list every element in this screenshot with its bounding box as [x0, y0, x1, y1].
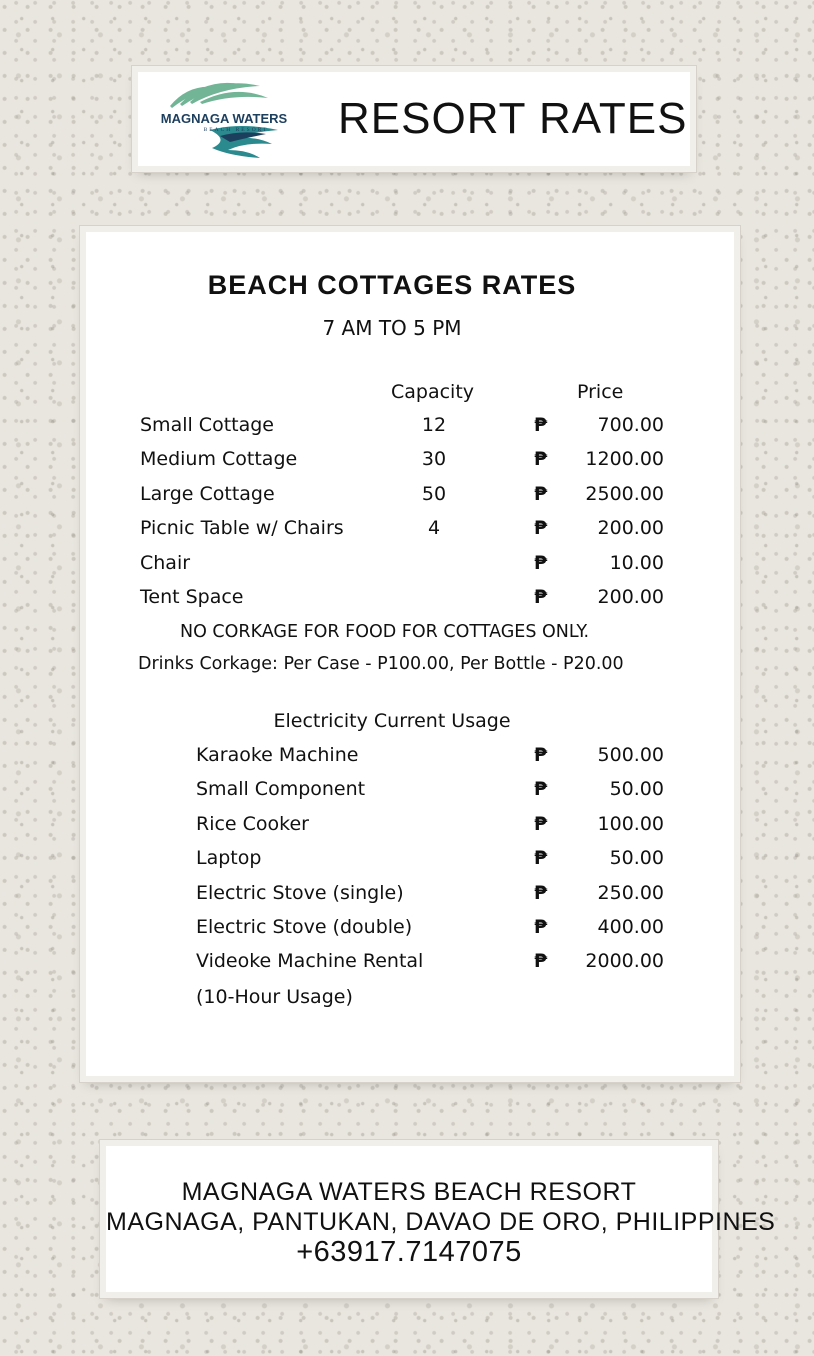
- item-price: 10.00: [609, 551, 664, 574]
- rates-card: BEACH COTTAGES RATES 7 AM TO 5 PM Capaci…: [86, 232, 734, 1076]
- peso-sign: ₱: [534, 551, 548, 574]
- item-capacity: 4: [427, 517, 441, 540]
- item-name: Laptop: [196, 847, 262, 870]
- palm-wave-logo-icon: MAGNAGA WATERS BEACH RESORT: [161, 82, 288, 158]
- peso-sign: ₱: [534, 744, 548, 766]
- footer-resort-name: MAGNAGA WATERS BEACH RESORT: [181, 1178, 637, 1206]
- peso-sign: ₱: [534, 847, 548, 870]
- item-name: Karaoke Machine: [196, 744, 359, 766]
- drinks-corkage-note: Drinks Corkage: Per Case - P100.00, Per …: [138, 654, 624, 674]
- item-price: 2500.00: [585, 482, 664, 505]
- table-row: Electric Stove (double) 400.00 ₱: [86, 916, 734, 946]
- item-price: 500.00: [597, 744, 664, 766]
- peso-sign: ₱: [534, 414, 548, 436]
- footer-card: MAGNAGA WATERS BEACH RESORT MAGNAGA, PAN…: [106, 1146, 776, 1292]
- price-header: Price: [577, 381, 624, 403]
- item-price: 400.00: [597, 916, 664, 938]
- page-title: RESORT RATES: [338, 94, 688, 143]
- table-row: Small Cottage 12 700.00 ₱: [86, 414, 734, 444]
- item-name: Medium Cottage: [140, 448, 298, 471]
- table-row: Small Component 50.00 ₱: [86, 778, 734, 808]
- item-name: Electric Stove (single): [196, 881, 404, 904]
- table-row: Medium Cottage 30 1200.00 ₱: [86, 448, 734, 478]
- peso-sign: ₱: [534, 448, 548, 471]
- peso-sign: ₱: [534, 586, 548, 608]
- item-price: 200.00: [597, 586, 664, 608]
- footer-address: MAGNAGA, PANTUKAN, DAVAO DE ORO, PHILIPP…: [106, 1208, 776, 1236]
- item-price: 200.00: [597, 517, 664, 540]
- table-row: Videoke Machine Rental 2000.00 ₱: [86, 950, 734, 980]
- table-row: Chair 10.00 ₱: [86, 552, 734, 582]
- electricity-title: Electricity Current Usage: [273, 710, 511, 732]
- table-row: Large Cottage 50 2500.00 ₱: [86, 483, 734, 513]
- item-name: Tent Space: [140, 586, 244, 608]
- peso-sign: ₱: [534, 881, 548, 904]
- item-name: Large Cottage: [140, 482, 275, 505]
- videoke-usage-note: (10-Hour Usage): [196, 986, 353, 1008]
- table-row: Tent Space 200.00 ₱: [86, 586, 734, 616]
- table-row: Picnic Table w/ Chairs 4 200.00 ₱: [86, 517, 734, 547]
- item-price: 700.00: [597, 414, 664, 436]
- peso-sign: ₱: [534, 950, 548, 973]
- table-row: Karaoke Machine 500.00 ₱: [86, 744, 734, 774]
- peso-sign: ₱: [534, 812, 548, 835]
- table-row: Laptop 50.00 ₱: [86, 847, 734, 877]
- item-name: Small Component: [196, 778, 366, 801]
- item-price: 1200.00: [585, 448, 664, 471]
- peso-sign: ₱: [534, 517, 548, 540]
- item-name: Small Cottage: [140, 414, 274, 436]
- item-name: Rice Cooker: [196, 812, 309, 835]
- resort-logo: MAGNAGA WATERS BEACH RESORT: [150, 78, 298, 162]
- item-price: 2000.00: [585, 950, 664, 973]
- footer-phone: +63917.7147075: [296, 1236, 522, 1268]
- item-name: Picnic Table w/ Chairs: [140, 517, 344, 540]
- peso-sign: ₱: [534, 778, 548, 801]
- item-name: Chair: [140, 551, 191, 574]
- item-capacity: 12: [421, 414, 447, 436]
- cottages-title: BEACH COTTAGES RATES: [207, 270, 577, 300]
- peso-sign: ₱: [534, 482, 548, 505]
- item-price: 250.00: [597, 881, 664, 904]
- logo-sub-text: BEACH RESORT: [204, 127, 269, 133]
- header-card: MAGNAGA WATERS BEACH RESORT RESORT RATES: [138, 72, 690, 166]
- peso-sign: ₱: [534, 916, 548, 938]
- item-capacity: 50: [421, 482, 447, 505]
- item-capacity: 30: [421, 448, 447, 471]
- item-name: Electric Stove (double): [196, 916, 413, 938]
- table-row: Rice Cooker 100.00 ₱: [86, 813, 734, 843]
- cottages-hours: 7 AM TO 5 PM: [322, 316, 462, 340]
- table-row: Electric Stove (single) 250.00 ₱: [86, 882, 734, 912]
- logo-name-text: MAGNAGA WATERS: [161, 111, 288, 126]
- item-price: 100.00: [597, 812, 664, 835]
- capacity-header: Capacity: [391, 381, 475, 403]
- item-price: 50.00: [609, 778, 664, 801]
- item-name: Videoke Machine Rental: [196, 950, 424, 973]
- food-corkage-note: NO CORKAGE FOR FOOD FOR COTTAGES ONLY.: [180, 622, 590, 642]
- item-price: 50.00: [609, 847, 664, 870]
